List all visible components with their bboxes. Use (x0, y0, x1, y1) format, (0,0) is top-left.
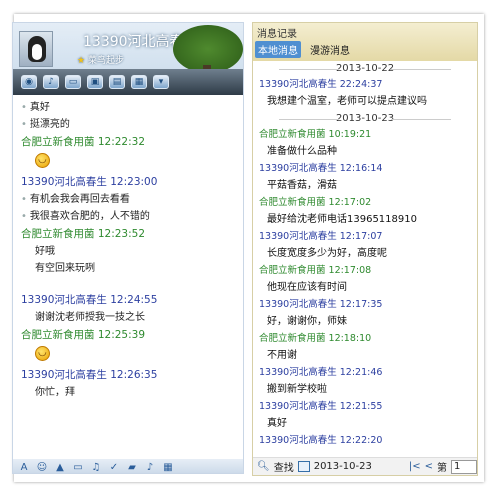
history-message: 不用谢 (267, 350, 297, 361)
message-text: 我很喜欢合肥的，人不错的 (29, 211, 150, 222)
search-icon[interactable]: 🔍︎ (257, 461, 270, 472)
bullet-icon: • (21, 102, 27, 113)
history-sender-time: 合肥立新食用菌 10:19:21 (259, 129, 372, 140)
emoji-message (21, 151, 235, 173)
smiley-emoji-icon (35, 153, 50, 168)
history-sender-time: 13390河北高春生 12:21:46 (259, 367, 383, 378)
file-transfer-icon[interactable]: ▭ (65, 75, 81, 89)
date-separator: 2013-10-22 (259, 61, 471, 77)
history-title: 消息记录 (257, 29, 297, 40)
bullet-icon: • (21, 119, 27, 130)
chat-message: 你忙，拜 (35, 387, 75, 398)
chat-message: • 我很喜欢合肥的，人不错的 (21, 208, 235, 225)
message-sender-time: 13390河北高春生 12:26:35 (21, 369, 158, 381)
emoji-message (21, 344, 235, 366)
chat-message: 谢谢沈老师授我一技之长 (35, 312, 145, 323)
message-text: 有机会我会再回去看看 (29, 194, 130, 205)
first-page-icon[interactable]: |< (409, 461, 421, 472)
history-message: 平菇香菇，滑菇 (267, 180, 337, 191)
image-icon[interactable]: ✓ (107, 461, 121, 474)
history-icon[interactable]: ▦ (161, 461, 175, 474)
more-icon[interactable]: ▾ (153, 75, 169, 89)
calendar-icon[interactable] (297, 461, 310, 472)
history-message: 准备做什么品种 (267, 146, 337, 157)
chat-header: 13390河北高春生 ★ 菜鸟起步 ◉ ♪ ▭ ▣ ▤ ▦ ▾ (13, 23, 243, 95)
history-message: 真好 (267, 418, 287, 429)
history-tabs: 本地消息 漫游消息 (255, 41, 353, 58)
voice-call-icon[interactable]: ♪ (43, 75, 59, 89)
date-separator: 2013-10-23 (259, 111, 471, 127)
message-sender-time: 合肥立新食用菌 12:23:52 (21, 228, 145, 240)
history-message: 我想建个温室，老师可以提点建议吗 (267, 96, 427, 107)
app-icon[interactable]: ▦ (131, 75, 147, 89)
chat-message: • 真好 (21, 99, 235, 116)
chat-message: • 挺漂亮的 (21, 116, 235, 133)
chat-toolbar: ◉ ♪ ▭ ▣ ▤ ▦ ▾ (13, 69, 243, 95)
history-list: 2013-10-22 13390河北高春生 22:24:37 我想建个温室，老师可以… (253, 61, 477, 457)
message-sender-time: 13390河北高春生 12:23:00 (21, 176, 158, 188)
message-text: 真好 (29, 102, 50, 113)
contact-status: ★ 菜鸟起步 (77, 53, 124, 66)
bullet-icon: • (21, 211, 27, 222)
history-message: 长度宽度多少为好，高度呢 (267, 248, 387, 259)
chat-message: 有空回来玩咧 (35, 263, 95, 274)
voice-message-icon[interactable]: ♫ (89, 461, 103, 474)
history-message: 搬到新学校啦 (267, 384, 327, 395)
emoji-icon[interactable]: ☺ (35, 461, 49, 474)
screen-share-icon[interactable]: ▤ (109, 75, 125, 89)
page-label: 第 (437, 463, 447, 474)
history-footer: 🔍︎ 查找 2013-10-23 |< < 第 1 (253, 457, 477, 475)
chat-message-area: •真好•挺漂亮的合肥立新食用菌 12:22:3213390河北高春生 12:23… (13, 95, 243, 459)
tab-roaming-messages[interactable]: 漫游消息 (307, 41, 353, 58)
shake-icon[interactable]: ▲ (53, 461, 67, 474)
page-input[interactable]: 1 (451, 459, 477, 474)
history-message: 他现在应该有时间 (267, 282, 347, 293)
smiley-emoji-icon (35, 346, 50, 361)
message-sender-time: 13390河北高春生 12:24:55 (21, 294, 158, 306)
history-header: 消息记录 本地消息 漫游消息 (253, 23, 477, 61)
chat-message: • 有机会我会再回去看看 (21, 191, 235, 208)
screenshot-icon[interactable]: ▰ (125, 461, 139, 474)
prev-page-icon[interactable]: < (425, 461, 433, 472)
message-history-panel: 消息记录 本地消息 漫游消息 2013-10-22 13390河北高春生 22:2… (252, 22, 478, 476)
penguin-belly (32, 44, 42, 60)
message-gap (21, 277, 235, 291)
magic-expression-icon[interactable]: ▭ (71, 461, 85, 474)
bullet-icon: • (21, 194, 27, 205)
history-message: 最好给沈老师电话13965118910 (267, 214, 417, 225)
history-sender-time: 合肥立新食用菌 12:17:02 (259, 197, 372, 208)
avatar[interactable] (19, 31, 53, 67)
history-sender-time: 合肥立新食用菌 12:17:08 (259, 265, 372, 276)
history-sender-time: 13390河北高春生 22:24:37 (259, 79, 383, 90)
music-icon[interactable]: ♪ (143, 461, 157, 474)
status-text: 菜鸟起步 (87, 56, 124, 66)
history-sender-time: 13390河北高春生 12:22:20 (259, 435, 383, 446)
message-text: 挺漂亮的 (29, 119, 70, 130)
chat-window: 13390河北高春生 ★ 菜鸟起步 ◉ ♪ ▭ ▣ ▤ ▦ ▾ • 真好 • 挺漂亮的… (12, 22, 244, 474)
search-button[interactable]: 查找 (274, 459, 294, 474)
history-sender-time: 13390河北高春生 12:21:55 (259, 401, 383, 412)
font-icon[interactable]: A (17, 461, 31, 474)
history-sender-time: 13390河北高春生 12:17:35 (259, 299, 383, 310)
history-sender-time: 13390河北高春生 12:17:07 (259, 231, 383, 242)
remote-assist-icon[interactable]: ▣ (87, 75, 103, 89)
input-toolbar: A ☺ ▲ ▭ ♫ ✓ ▰ ♪ ▦ (13, 459, 243, 474)
history-sender-time: 合肥立新食用菌 12:18:10 (259, 333, 372, 344)
history-message: 好，谢谢你，师妹 (267, 316, 347, 327)
history-sender-time: 13390河北高春生 12:16:14 (259, 163, 383, 174)
video-call-icon[interactable]: ◉ (21, 75, 37, 89)
date-field[interactable]: 2013-10-23 (314, 461, 372, 472)
tab-local-messages[interactable]: 本地消息 (255, 41, 301, 58)
chat-message: 好哦 (35, 246, 55, 257)
message-sender-time: 合肥立新食用菌 12:22:32 (21, 136, 145, 148)
star-icon: ★ (77, 56, 86, 66)
message-sender-time: 合肥立新食用菌 12:25:39 (21, 329, 145, 341)
